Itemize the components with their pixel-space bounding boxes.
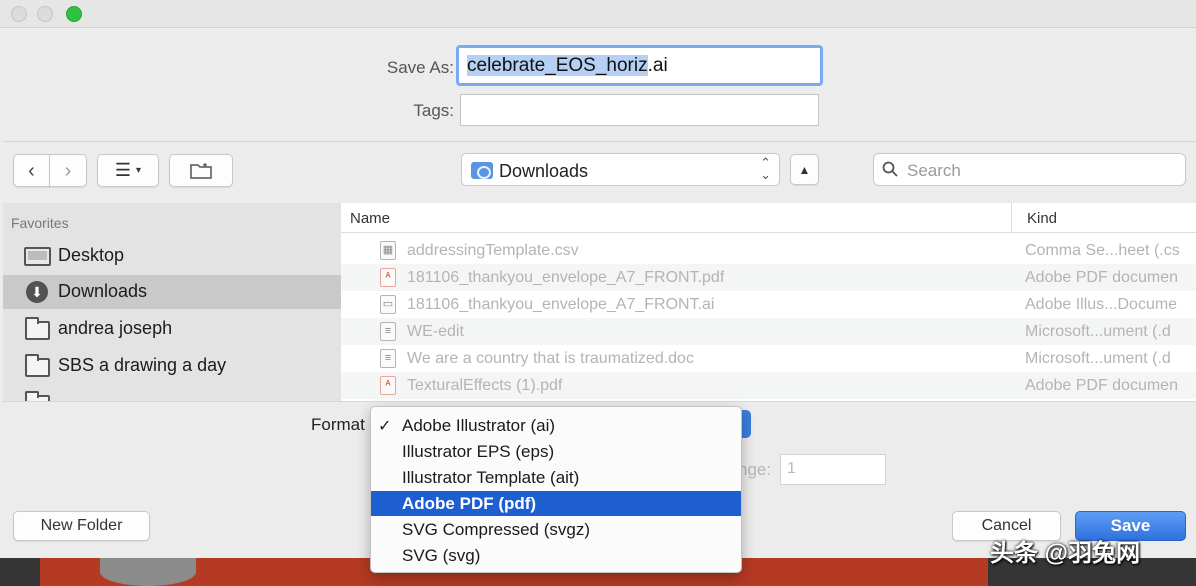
word-doc-icon: ≡	[380, 349, 396, 368]
table-row[interactable]: ≡ We are a country that is traumatized.d…	[341, 345, 1196, 372]
menu-item-ai[interactable]: ✓ Adobe Illustrator (ai)	[371, 413, 741, 438]
window-titlebar	[0, 0, 1196, 28]
range-value: 1	[787, 460, 796, 477]
view-options-button[interactable]: ☰ ▾	[97, 154, 159, 187]
folder-icon	[25, 354, 50, 377]
menu-item-label: Illustrator EPS (eps)	[402, 442, 555, 461]
table-row[interactable]: ᴬ TexturalEffects (1).pdf Adobe PDF docu…	[341, 372, 1196, 399]
chevron-down-icon: ▾	[136, 165, 142, 176]
checkmark-icon: ✓	[378, 418, 392, 435]
close-window-button[interactable]	[11, 6, 27, 22]
search-placeholder: Search	[907, 161, 961, 180]
sidebar-item-partial[interactable]	[3, 386, 341, 401]
minimize-window-button[interactable]	[37, 6, 53, 22]
pdf-icon: ᴬ	[380, 376, 396, 395]
file-name: addressingTemplate.csv	[407, 242, 579, 259]
list-view-icon: ☰	[114, 160, 132, 180]
table-row[interactable]: ▭ 181106_thankyou_envelope_A7_FRONT.ai A…	[341, 291, 1196, 318]
new-folder-toolbar-button[interactable]	[169, 154, 233, 187]
downloads-icon: ⬇	[26, 281, 48, 303]
file-kind: Adobe PDF documen	[1025, 377, 1178, 394]
folder-icon	[25, 317, 50, 340]
column-header-name[interactable]: Name	[341, 203, 1011, 233]
new-folder-button[interactable]: New Folder	[13, 511, 150, 541]
save-as-value: celebrate_EOS_horiz.ai	[467, 55, 668, 77]
range-label: nge:	[738, 460, 772, 479]
chevron-left-icon: ‹	[28, 159, 35, 182]
menu-item-label: Adobe Illustrator (ai)	[402, 416, 556, 435]
menu-item-label: Adobe PDF (pdf)	[402, 494, 537, 513]
collapse-browser-button[interactable]: ▲	[790, 154, 819, 185]
file-kind: Comma Se...heet (.cs	[1025, 242, 1180, 259]
zoom-window-button[interactable]	[66, 6, 82, 22]
sidebar-item-label: andrea joseph	[58, 318, 173, 338]
menu-item-label: Illustrator Template (ait)	[402, 468, 580, 487]
file-kind: Microsoft...ument (.d	[1025, 350, 1171, 367]
divider	[3, 141, 1196, 142]
tags-input[interactable]	[460, 94, 819, 126]
file-name: TexturalEffects (1).pdf	[407, 377, 563, 394]
file-name: 181106_thankyou_envelope_A7_FRONT.ai	[407, 296, 715, 313]
sidebar-item-label: Downloads	[58, 281, 148, 301]
location-label: Downloads	[499, 161, 589, 181]
file-kind: Microsoft...ument (.d	[1025, 323, 1171, 340]
back-button[interactable]: ‹	[13, 154, 50, 187]
file-kind: Adobe Illus...Docume	[1025, 296, 1178, 313]
background-artwork-shape	[100, 558, 196, 586]
sidebar: Favorites Desktop ⬇ Downloads andrea jos…	[3, 203, 341, 401]
location-popup[interactable]: Downloads ⌃ ⌄	[461, 153, 780, 186]
chevron-right-icon: ›	[64, 159, 72, 182]
filename-extension: .ai	[647, 55, 668, 76]
forward-button[interactable]: ›	[49, 154, 87, 187]
filename-selection: celebrate_EOS_horiz	[467, 55, 648, 76]
file-name: 181106_thankyou_envelope_A7_FRONT.pdf	[407, 269, 725, 286]
sidebar-heading: Favorites	[11, 215, 69, 231]
word-doc-icon: ≡	[380, 322, 396, 341]
column-header-kind[interactable]: Kind	[1012, 203, 1196, 233]
tags-label: Tags:	[413, 101, 454, 120]
save-as-label: Save As:	[386, 58, 454, 77]
illustrator-file-icon: ▭	[380, 295, 396, 314]
file-name: WE-edit	[407, 323, 464, 340]
format-label: Format	[311, 415, 365, 434]
menu-item-pdf[interactable]: Adobe PDF (pdf)	[371, 491, 741, 516]
file-kind: Adobe PDF documen	[1025, 269, 1178, 286]
sidebar-item-downloads[interactable]: ⬇ Downloads	[3, 275, 341, 309]
file-name: We are a country that is traumatized.doc	[407, 350, 694, 367]
up-down-arrows-icon: ⌃ ⌄	[760, 155, 771, 182]
sidebar-item-desktop[interactable]: Desktop	[3, 239, 341, 273]
search-icon	[882, 161, 898, 177]
format-dropdown-menu: ✓ Adobe Illustrator (ai) Illustrator EPS…	[370, 406, 742, 573]
table-row[interactable]: ▦ addressingTemplate.csv Comma Se...heet…	[341, 237, 1196, 264]
sidebar-item-andrea-joseph[interactable]: andrea joseph	[3, 312, 341, 346]
sidebar-item-sbs-drawing[interactable]: SBS a drawing a day	[3, 349, 341, 383]
sidebar-item-label: SBS a drawing a day	[58, 355, 227, 375]
spreadsheet-icon: ▦	[380, 241, 396, 260]
menu-item-svgz[interactable]: SVG Compressed (svgz)	[371, 517, 741, 542]
chevron-up-icon: ▲	[798, 162, 811, 177]
table-row[interactable]: ≡ WE-edit Microsoft...ument (.d	[341, 318, 1196, 345]
menu-item-svg[interactable]: SVG (svg)	[371, 543, 741, 568]
downloads-folder-icon	[471, 162, 493, 179]
range-input[interactable]: 1	[780, 454, 886, 485]
sidebar-item-label: Desktop	[58, 245, 125, 265]
save-as-input[interactable]: celebrate_EOS_horiz.ai	[456, 45, 823, 86]
menu-item-eps[interactable]: Illustrator EPS (eps)	[371, 439, 741, 464]
menu-item-label: SVG Compressed (svgz)	[402, 520, 590, 539]
table-row[interactable]: ᴬ 181106_thankyou_envelope_A7_FRONT.pdf …	[341, 264, 1196, 291]
folder-plus-icon	[190, 163, 212, 179]
watermark: 头条 @羽兔网	[990, 540, 1141, 567]
menu-item-ait[interactable]: Illustrator Template (ait)	[371, 465, 741, 490]
search-input[interactable]: Search	[873, 153, 1186, 186]
file-list: Name Kind ▦ addressingTemplate.csv Comma…	[341, 203, 1196, 401]
pdf-icon: ᴬ	[380, 268, 396, 287]
menu-item-label: SVG (svg)	[402, 546, 481, 565]
desktop-icon	[24, 247, 51, 266]
